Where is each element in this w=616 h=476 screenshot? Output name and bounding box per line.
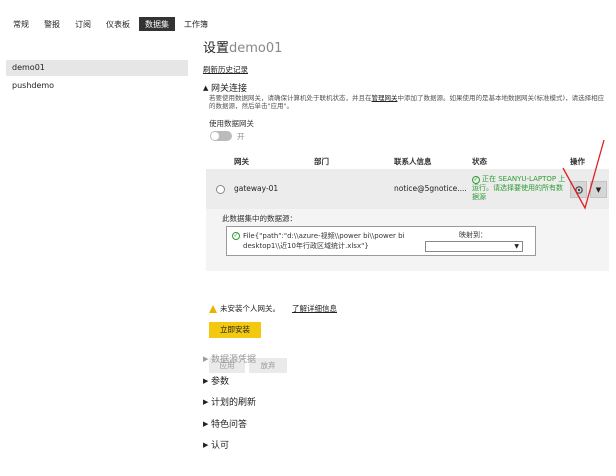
page-title: 设置demo01 — [203, 40, 608, 58]
warning-icon — [209, 304, 217, 313]
column-header-actions: 操作 — [570, 156, 585, 166]
datasource-section-title: 此数据集中的数据源： — [222, 214, 297, 223]
section-endorsement[interactable]: ▶ 认可 — [203, 438, 230, 452]
expand-arrow-icon: ▶ — [203, 440, 209, 449]
map-to-dropdown[interactable]: ▼ — [425, 241, 523, 252]
section-label: 数据源凭据 — [211, 355, 257, 365]
manage-gateway-link[interactable]: 管理网关 — [372, 94, 398, 102]
section-datasource-credentials[interactable]: ▶ 数据源凭据 — [203, 352, 257, 366]
datasource-path: File{"path":"d:\\azure-视频\\power bi\\pow… — [243, 232, 405, 250]
section-featured-qa[interactable]: ▶ 特色问答 — [203, 417, 248, 431]
gateway-radio[interactable] — [216, 185, 225, 194]
toggle-knob — [211, 132, 219, 140]
title-prefix: 设置 — [203, 41, 230, 56]
use-gateway-label: 使用数据网关 — [209, 119, 254, 128]
datasource-panel: 此数据集中的数据源： ✓ File{"path":"d:\\azure-视频\\… — [206, 209, 609, 271]
settings-panel: 设置demo01 刷新历史记录 ▲ 网关连接 若要使用数据网关，请确保计算机处于… — [203, 40, 609, 451]
section-scheduled-refresh[interactable]: ▶ 计划的刷新 — [203, 395, 257, 409]
gateway-settings-button[interactable] — [570, 181, 587, 198]
learn-more-link[interactable]: 了解详细信息 — [292, 303, 337, 314]
tab-datasets[interactable]: 数据集 — [138, 16, 176, 32]
section-label: 参数 — [211, 377, 230, 387]
section-label: 特色问答 — [211, 420, 248, 430]
gateway-menu-button[interactable]: ▼ — [590, 181, 607, 198]
settings-tabs: 常规 警报 订阅 仪表板 数据集 工作簿 — [6, 16, 216, 32]
gateway-name: gateway-01 — [234, 184, 279, 193]
tab-dashboards[interactable]: 仪表板 — [99, 16, 137, 32]
section-label: 计划的刷新 — [211, 398, 257, 408]
check-circle-icon: ✓ — [472, 176, 480, 184]
gateway-section-header[interactable]: ▲ 网关连接 — [203, 81, 248, 95]
column-header-gateway: 网关 — [234, 156, 249, 166]
gateway-table: 网关 部门 联系人信息 状态 操作 gateway-01 notice@5gno… — [206, 153, 609, 271]
column-header-department: 部门 — [314, 156, 329, 166]
use-gateway-toggle[interactable] — [210, 131, 232, 141]
description-text-pre: 若要使用数据网关，请确保计算机处于联机状态，并且在 — [209, 94, 372, 102]
toggle-state-label: 开 — [237, 132, 245, 141]
gateway-section-title: 网关连接 — [211, 84, 248, 94]
dataset-list: demo01 pushdemo — [6, 60, 188, 96]
expand-arrow-icon: ▶ — [203, 419, 209, 428]
column-header-status: 状态 — [472, 156, 487, 166]
warning-text: 未安装个人网关。 — [220, 304, 280, 313]
column-header-contact: 联系人信息 — [394, 156, 432, 166]
expand-arrow-icon: ▶ — [203, 354, 209, 363]
gateway-status-text: 正在 SEANYU-LAPTOP 上运行。请选择要使用的所有数据源 — [472, 175, 566, 201]
title-dataset-name: demo01 — [229, 41, 283, 56]
install-now-button[interactable]: 立即安装 — [209, 322, 261, 338]
datasource-box: ✓ File{"path":"d:\\azure-视频\\power bi\\p… — [226, 226, 536, 256]
table-row[interactable]: gateway-01 notice@5gnotice.... ✓ 正在 SEANY… — [206, 169, 609, 209]
expand-arrow-icon: ▶ — [203, 376, 209, 385]
expand-arrow-icon: ▶ — [203, 397, 209, 406]
tab-subscriptions[interactable]: 订阅 — [68, 16, 98, 32]
tab-workbooks[interactable]: 工作簿 — [177, 16, 215, 32]
gear-icon — [574, 185, 583, 194]
refresh-history-link[interactable]: 刷新历史记录 — [203, 64, 248, 75]
sidebar-item-demo01[interactable]: demo01 — [6, 60, 188, 76]
section-label: 认可 — [211, 441, 230, 451]
gateway-description: 若要使用数据网关，请确保计算机处于联机状态，并且在管理网关中添加了数据源。如果使… — [209, 94, 609, 110]
gateway-contact: notice@5gnotice.... — [394, 184, 467, 193]
check-circle-icon: ✓ — [232, 232, 240, 240]
gateway-status: ✓ 正在 SEANYU-LAPTOP 上运行。请选择要使用的所有数据源 — [472, 175, 568, 202]
chevron-down-icon: ▼ — [595, 185, 602, 194]
tab-alerts[interactable]: 警报 — [37, 16, 67, 32]
map-to-label: 映射到： — [459, 231, 487, 239]
tab-general[interactable]: 常规 — [6, 16, 36, 32]
gateway-table-header: 网关 部门 联系人信息 状态 操作 — [206, 153, 609, 169]
collapse-arrow-icon: ▲ — [203, 83, 209, 92]
gateway-warning: 未安装个人网关。 了解详细信息 — [209, 303, 337, 314]
sidebar-item-pushdemo[interactable]: pushdemo — [6, 78, 188, 94]
dropdown-arrow-icon: ▼ — [514, 243, 519, 250]
section-parameters[interactable]: ▶ 参数 — [203, 374, 230, 388]
